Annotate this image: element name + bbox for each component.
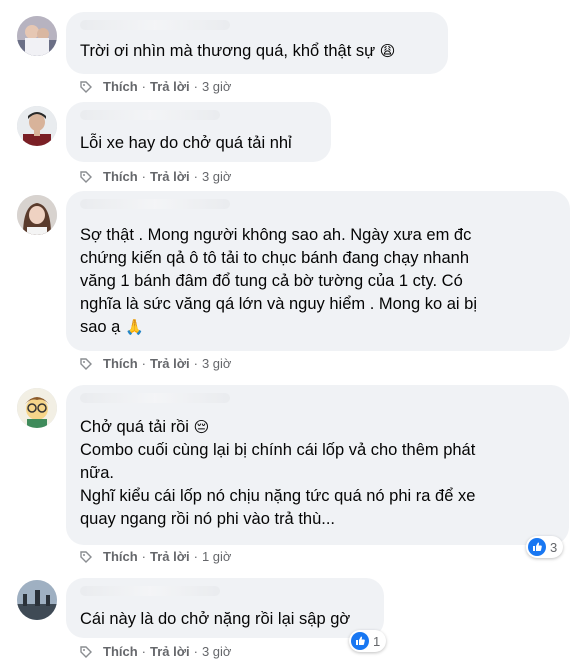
pensive-face-emoji: 😔 <box>193 419 210 436</box>
author-name-redacted <box>80 110 220 120</box>
comment-actions: Thích · Trả lời · 3 giờ <box>79 642 231 662</box>
comment-actions: Thích · Trả lời · 3 giờ <box>79 77 231 97</box>
avatar[interactable] <box>17 388 57 428</box>
comment-text: Lỗi xe hay do chở quá tải nhỉ <box>80 134 292 152</box>
avatar[interactable] <box>17 195 57 235</box>
like-link[interactable]: Thích <box>103 167 138 187</box>
folded-hands-emoji: 🙏 <box>124 319 144 336</box>
reply-link[interactable]: Trả lời <box>150 77 190 97</box>
like-link[interactable]: Thích <box>103 354 138 374</box>
avatar[interactable] <box>17 16 57 56</box>
like-link[interactable]: Thích <box>103 547 138 567</box>
reaction-summary[interactable]: 1 <box>349 630 387 652</box>
timestamp[interactable]: 3 giờ <box>202 167 232 187</box>
comment-actions: Thích · Trả lời · 3 giờ <box>79 167 231 187</box>
comment-actions: Thích · Trả lời · 3 giờ <box>79 354 231 374</box>
avatar[interactable] <box>17 580 57 620</box>
comment-actions: Thích · Trả lời · 1 giờ <box>79 547 231 567</box>
like-link[interactable]: Thích <box>103 77 138 97</box>
author-name-redacted <box>80 20 230 30</box>
timestamp[interactable]: 3 giờ <box>202 642 232 662</box>
comment-bubble: Cái này là do chở nặng rồi lại sập gờ <box>66 578 384 638</box>
comment-text: Sợ thật . Mong người không sao ah. Ngày … <box>80 224 556 339</box>
comment-text: Chở quá tải rồi 😔 Combo cuối cùng lại bị… <box>80 418 476 528</box>
comment-bubble: Sợ thật . Mong người không sao ah. Ngày … <box>66 191 570 351</box>
like-link[interactable]: Thích <box>103 642 138 662</box>
author-name-redacted <box>80 393 230 403</box>
tag-icon <box>80 358 92 370</box>
tag-icon <box>80 171 92 183</box>
comment-text: Cái này là do chở nặng rồi lại sập gờ <box>80 610 351 628</box>
author-name-redacted <box>80 586 220 596</box>
avatar[interactable] <box>17 106 57 146</box>
reaction-count: 3 <box>550 539 558 555</box>
reply-link[interactable]: Trả lời <box>150 167 190 187</box>
tag-icon <box>80 81 92 93</box>
timestamp[interactable]: 3 giờ <box>202 77 232 97</box>
tag-icon <box>80 646 92 658</box>
reaction-count: 1 <box>373 633 381 649</box>
weary-face-emoji: 😩 <box>379 43 396 60</box>
reply-link[interactable]: Trả lời <box>150 547 190 567</box>
comment-bubble: Chở quá tải rồi 😔 Combo cuối cùng lại bị… <box>66 385 569 545</box>
timestamp[interactable]: 3 giờ <box>202 354 232 374</box>
timestamp[interactable]: 1 giờ <box>202 547 232 567</box>
comment-bubble: Trời ơi nhìn mà thương quá, khổ thật sự … <box>66 12 448 74</box>
like-reaction-icon <box>528 538 546 556</box>
tag-icon <box>80 551 92 563</box>
comment-text: Trời ơi nhìn mà thương quá, khổ thật sự … <box>80 40 434 63</box>
reply-link[interactable]: Trả lời <box>150 354 190 374</box>
author-name-redacted <box>80 199 230 209</box>
reply-link[interactable]: Trả lời <box>150 642 190 662</box>
like-reaction-icon <box>351 632 369 650</box>
reaction-summary[interactable]: 3 <box>526 536 564 558</box>
comment-thread: Trời ơi nhìn mà thương quá, khổ thật sự … <box>0 0 583 669</box>
comment-bubble: Lỗi xe hay do chở quá tải nhỉ <box>66 102 331 162</box>
